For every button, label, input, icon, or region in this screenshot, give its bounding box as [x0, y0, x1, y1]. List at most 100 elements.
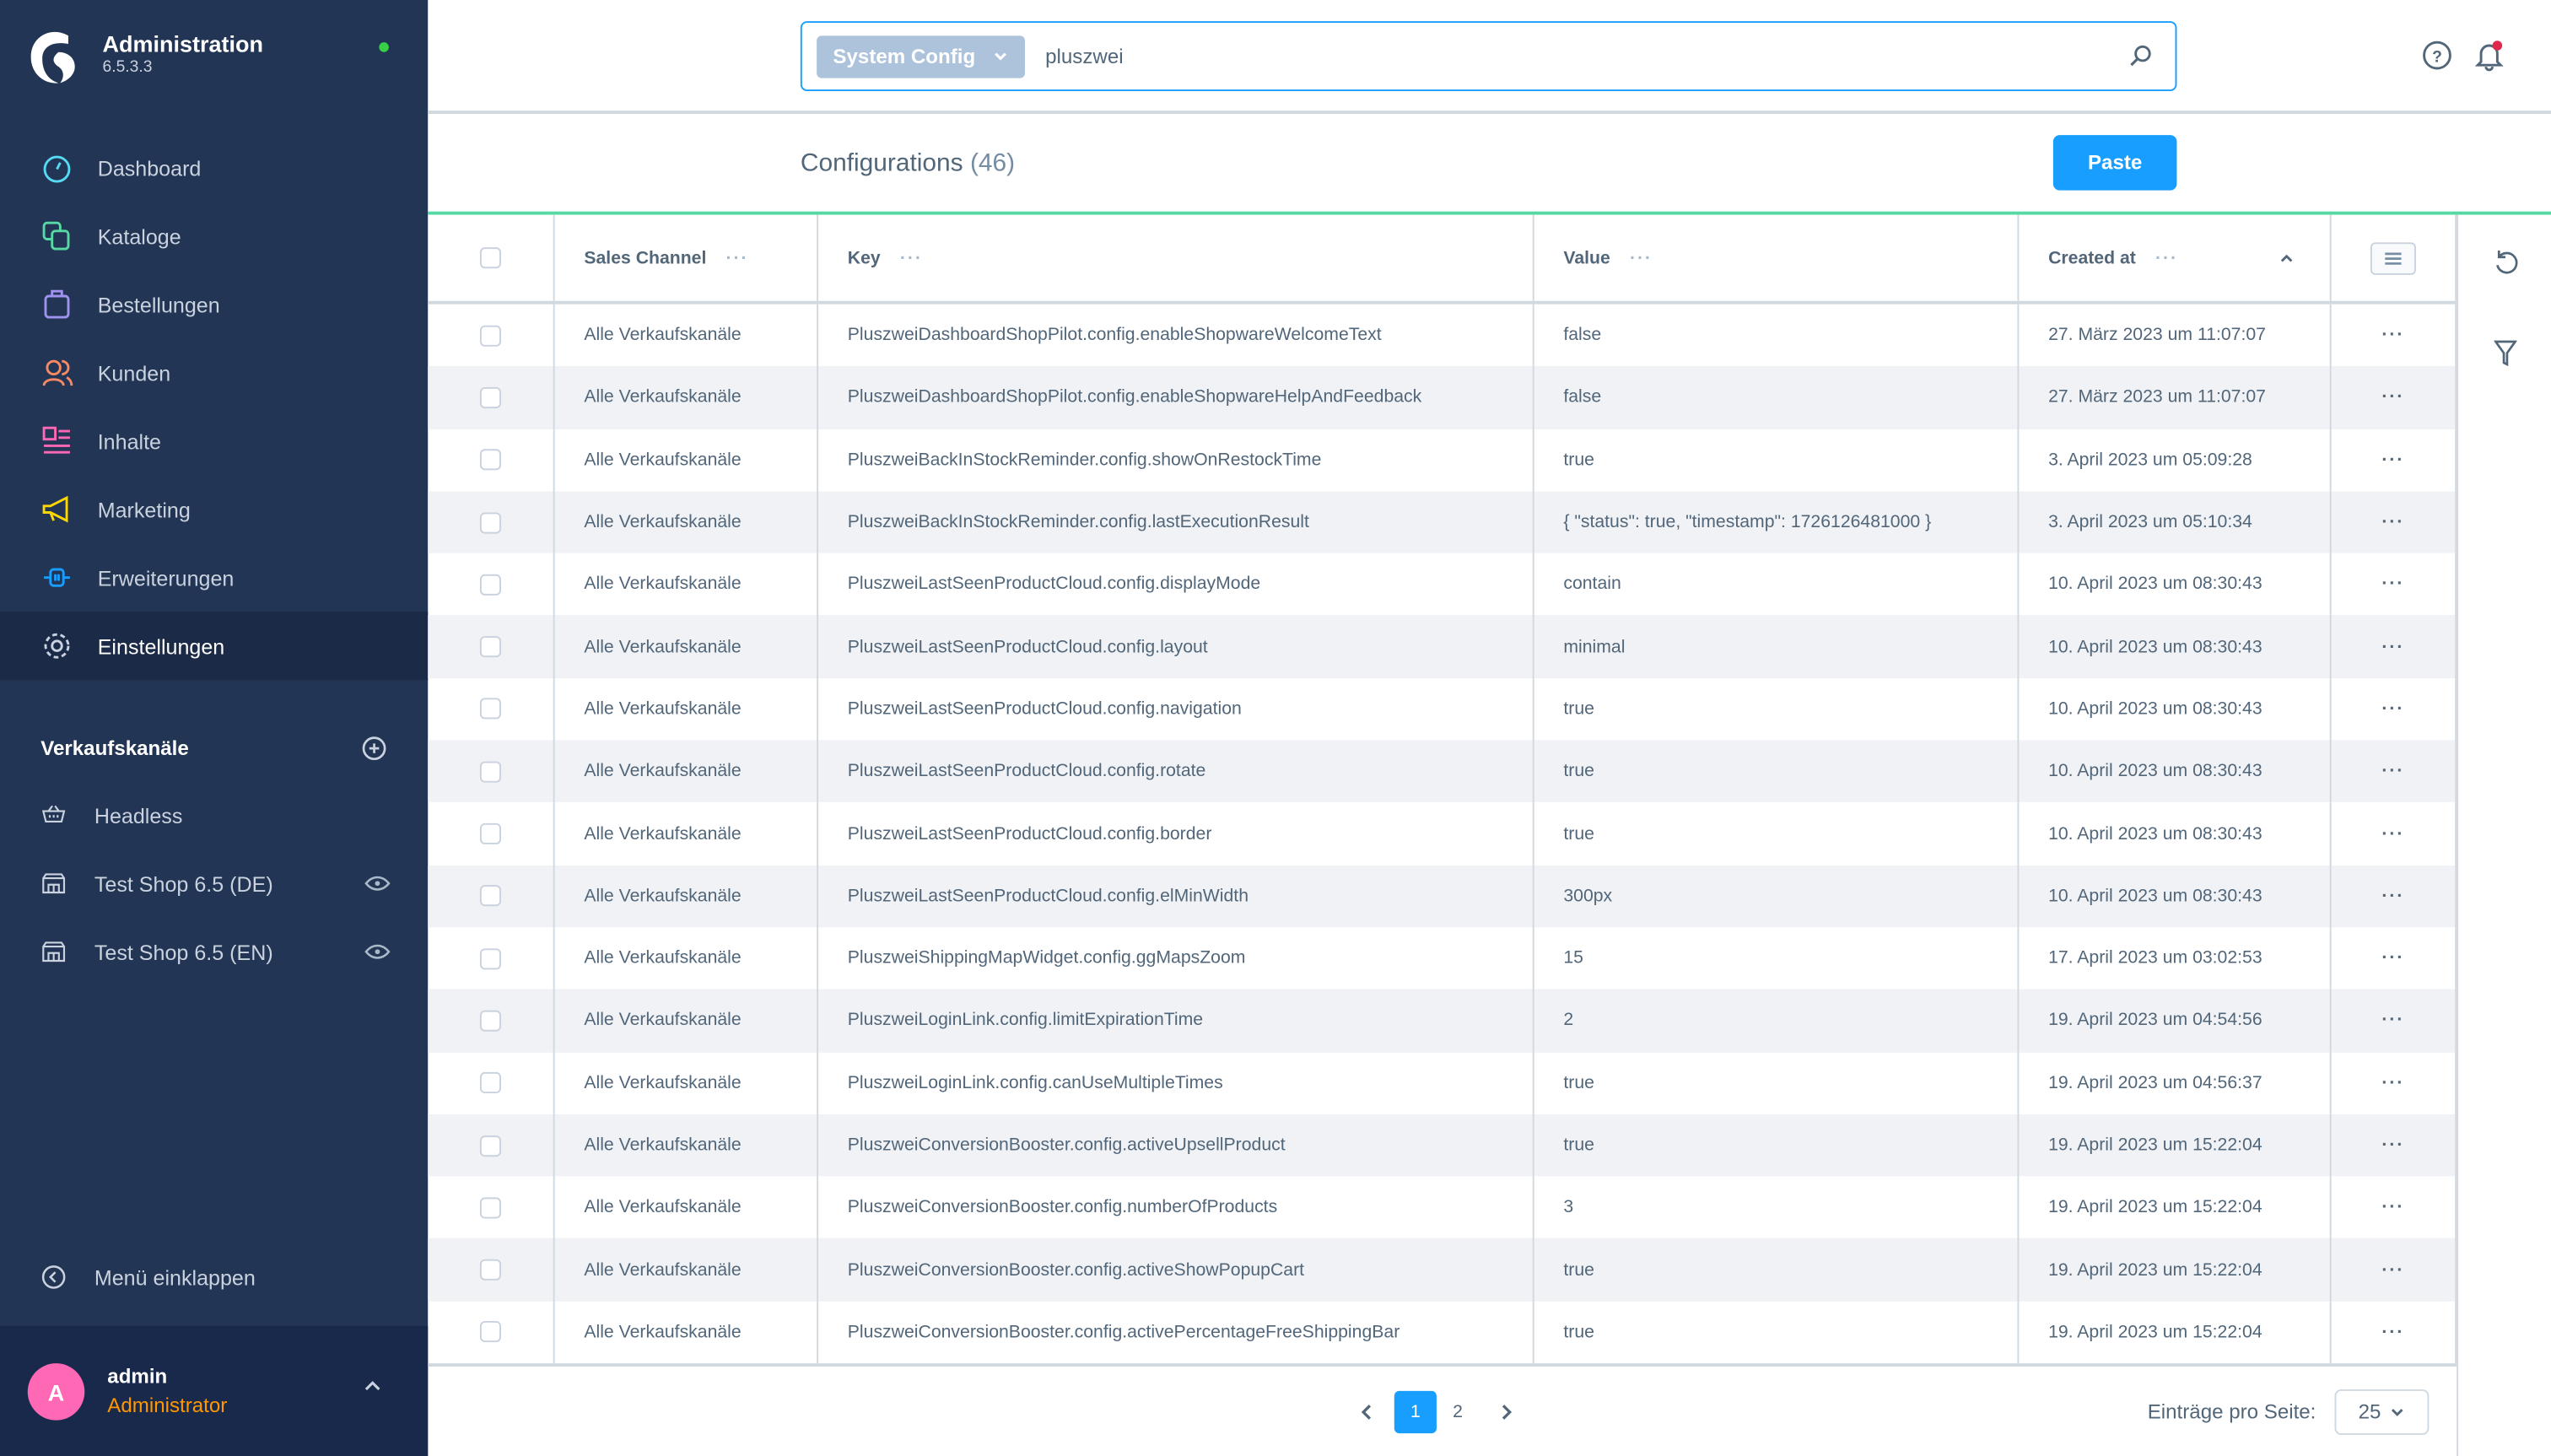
- sales-channel-item[interactable]: Test Shop 6.5 (EN): [40, 939, 391, 965]
- table-row[interactable]: Alle Verkaufskanäle PluszweiDashboardShop…: [428, 366, 2457, 429]
- sort-ascending-icon[interactable]: [2279, 252, 2294, 264]
- sidebar-item-label: Dashboard: [97, 155, 202, 181]
- sales-channel-item[interactable]: Headless: [40, 802, 391, 828]
- row-actions-icon[interactable]: ···: [2381, 574, 2404, 594]
- table-row[interactable]: Alle Verkaufskanäle PluszweiLoginLink.con…: [428, 1051, 2457, 1114]
- column-header-sales-channel[interactable]: Sales Channel ···: [555, 214, 819, 301]
- eye-icon[interactable]: [364, 944, 391, 960]
- row-checkbox[interactable]: [479, 449, 501, 471]
- table-row[interactable]: Alle Verkaufskanäle PluszweiBackInStockRe…: [428, 429, 2457, 492]
- refresh-icon[interactable]: [2493, 247, 2519, 277]
- table-row[interactable]: Alle Verkaufskanäle PluszweiLastSeenProdu…: [428, 677, 2457, 741]
- sales-channel-item[interactable]: Test Shop 6.5 (DE): [40, 871, 391, 897]
- column-menu-icon[interactable]: ···: [726, 248, 749, 267]
- help-icon[interactable]: ?: [2421, 39, 2454, 72]
- sidebar-item-marketing[interactable]: Marketing: [0, 475, 428, 543]
- column-menu-icon[interactable]: ···: [900, 248, 923, 267]
- cell-value: { "status": true, "timestamp": 172612648…: [1534, 491, 2020, 554]
- search-input[interactable]: [1045, 45, 2128, 68]
- row-checkbox[interactable]: [479, 1072, 501, 1094]
- table-row[interactable]: Alle Verkaufskanäle PluszweiConversionBoo…: [428, 1114, 2457, 1177]
- table-row[interactable]: Alle Verkaufskanäle PluszweiLastSeenProdu…: [428, 865, 2457, 928]
- cell-sales-channel: Alle Verkaufskanäle: [555, 802, 819, 866]
- row-checkbox[interactable]: [479, 574, 501, 596]
- sidebar-item-inhalte[interactable]: Inhalte: [0, 407, 428, 475]
- row-actions-icon[interactable]: ···: [2381, 1260, 2404, 1280]
- table-row[interactable]: Alle Verkaufskanäle PluszweiBackInStockRe…: [428, 491, 2457, 554]
- row-actions-icon[interactable]: ···: [2381, 326, 2404, 345]
- table-row[interactable]: Alle Verkaufskanäle PluszweiLastSeenProdu…: [428, 740, 2457, 803]
- table-row[interactable]: Alle Verkaufskanäle PluszweiConversionBoo…: [428, 1301, 2457, 1364]
- row-actions-icon[interactable]: ···: [2381, 762, 2404, 781]
- row-actions-icon[interactable]: ···: [2381, 1135, 2404, 1155]
- page-header: Configurations (46) Paste: [428, 114, 2551, 215]
- sidebar-item-kunden[interactable]: Kunden: [0, 338, 428, 407]
- row-actions-icon[interactable]: ···: [2381, 450, 2404, 470]
- row-checkbox[interactable]: [479, 325, 501, 347]
- cell-sales-channel: Alle Verkaufskanäle: [555, 1301, 819, 1364]
- row-actions-icon[interactable]: ···: [2381, 824, 2404, 844]
- row-actions-icon[interactable]: ···: [2381, 1073, 2404, 1092]
- row-actions-icon[interactable]: ···: [2381, 637, 2404, 656]
- table-row[interactable]: Alle Verkaufskanäle PluszweiLastSeenProdu…: [428, 553, 2457, 616]
- table-row[interactable]: Alle Verkaufskanäle PluszweiLoginLink.con…: [428, 990, 2457, 1052]
- row-checkbox[interactable]: [479, 822, 501, 844]
- row-actions-icon[interactable]: ···: [2381, 513, 2404, 532]
- search-type-select[interactable]: System Config: [817, 35, 1025, 78]
- column-label: Value: [1563, 248, 1610, 268]
- cell-sales-channel: Alle Verkaufskanäle: [555, 304, 819, 367]
- row-checkbox[interactable]: [479, 1259, 501, 1281]
- row-checkbox[interactable]: [479, 636, 501, 658]
- column-header-value[interactable]: Value ···: [1534, 214, 2020, 301]
- eye-icon[interactable]: [364, 876, 391, 892]
- row-checkbox[interactable]: [479, 698, 501, 720]
- row-actions-icon[interactable]: ···: [2381, 1323, 2404, 1342]
- table-row[interactable]: Alle Verkaufskanäle PluszweiConversionBoo…: [428, 1238, 2457, 1302]
- page-1-button[interactable]: 1: [1394, 1390, 1437, 1434]
- cell-key: PluszweiLastSeenProductCloud.config.elMi…: [818, 865, 1534, 928]
- table-row[interactable]: Alle Verkaufskanäle PluszweiLastSeenProdu…: [428, 802, 2457, 866]
- column-settings-button[interactable]: [2370, 241, 2416, 274]
- row-checkbox[interactable]: [479, 885, 501, 907]
- row-checkbox[interactable]: [479, 386, 501, 408]
- row-checkbox[interactable]: [479, 1197, 501, 1219]
- table-row[interactable]: Alle Verkaufskanäle PluszweiConversionBoo…: [428, 1176, 2457, 1239]
- per-page-select[interactable]: 25: [2333, 1389, 2429, 1435]
- column-header-key[interactable]: Key ···: [818, 214, 1534, 301]
- page-2-button[interactable]: 2: [1437, 1391, 1479, 1433]
- row-checkbox[interactable]: [479, 1135, 501, 1157]
- table-row[interactable]: Alle Verkaufskanäle PluszweiShippingMapWi…: [428, 927, 2457, 990]
- row-actions-icon[interactable]: ···: [2381, 1011, 2404, 1030]
- sidebar-item-einstellungen[interactable]: Einstellungen: [0, 612, 429, 681]
- filter-icon[interactable]: [2494, 338, 2517, 368]
- sidebar-item-dashboard[interactable]: Dashboard: [0, 133, 428, 202]
- row-checkbox[interactable]: [479, 761, 501, 783]
- sidebar-item-kataloge[interactable]: Kataloge: [0, 202, 428, 270]
- table-row[interactable]: Alle Verkaufskanäle PluszweiLastSeenProdu…: [428, 615, 2457, 678]
- row-checkbox[interactable]: [479, 1010, 501, 1032]
- row-actions-icon[interactable]: ···: [2381, 949, 2404, 968]
- collapse-menu-button[interactable]: Menü einklappen: [40, 1264, 256, 1290]
- row-actions-icon[interactable]: ···: [2381, 1198, 2404, 1217]
- next-page-icon[interactable]: [1495, 1400, 1518, 1423]
- user-menu[interactable]: A admin Administrator: [0, 1325, 429, 1456]
- chevron-up-icon[interactable]: [361, 1378, 384, 1394]
- sidebar-item-bestellungen[interactable]: Bestellungen: [0, 270, 428, 338]
- row-actions-icon[interactable]: ···: [2381, 887, 2404, 906]
- previous-page-icon[interactable]: [1355, 1400, 1378, 1423]
- row-checkbox[interactable]: [479, 1321, 501, 1343]
- row-actions-icon[interactable]: ···: [2381, 699, 2404, 719]
- column-header-created-at[interactable]: Created at ···: [2019, 214, 2332, 301]
- notifications-bell-icon[interactable]: [2473, 39, 2505, 72]
- row-checkbox[interactable]: [479, 947, 501, 969]
- add-sales-channel-icon[interactable]: [361, 736, 387, 762]
- select-all-checkbox[interactable]: [479, 247, 501, 269]
- sidebar-item-erweiterungen[interactable]: Erweiterungen: [0, 543, 428, 612]
- paste-button[interactable]: Paste: [2052, 135, 2177, 191]
- row-checkbox[interactable]: [479, 511, 501, 533]
- table-row[interactable]: Alle Verkaufskanäle PluszweiDashboardShop…: [428, 304, 2457, 367]
- column-menu-icon[interactable]: ···: [2155, 248, 2178, 267]
- row-actions-icon[interactable]: ···: [2381, 388, 2404, 407]
- search-icon[interactable]: [2128, 44, 2153, 68]
- column-menu-icon[interactable]: ···: [1630, 248, 1653, 267]
